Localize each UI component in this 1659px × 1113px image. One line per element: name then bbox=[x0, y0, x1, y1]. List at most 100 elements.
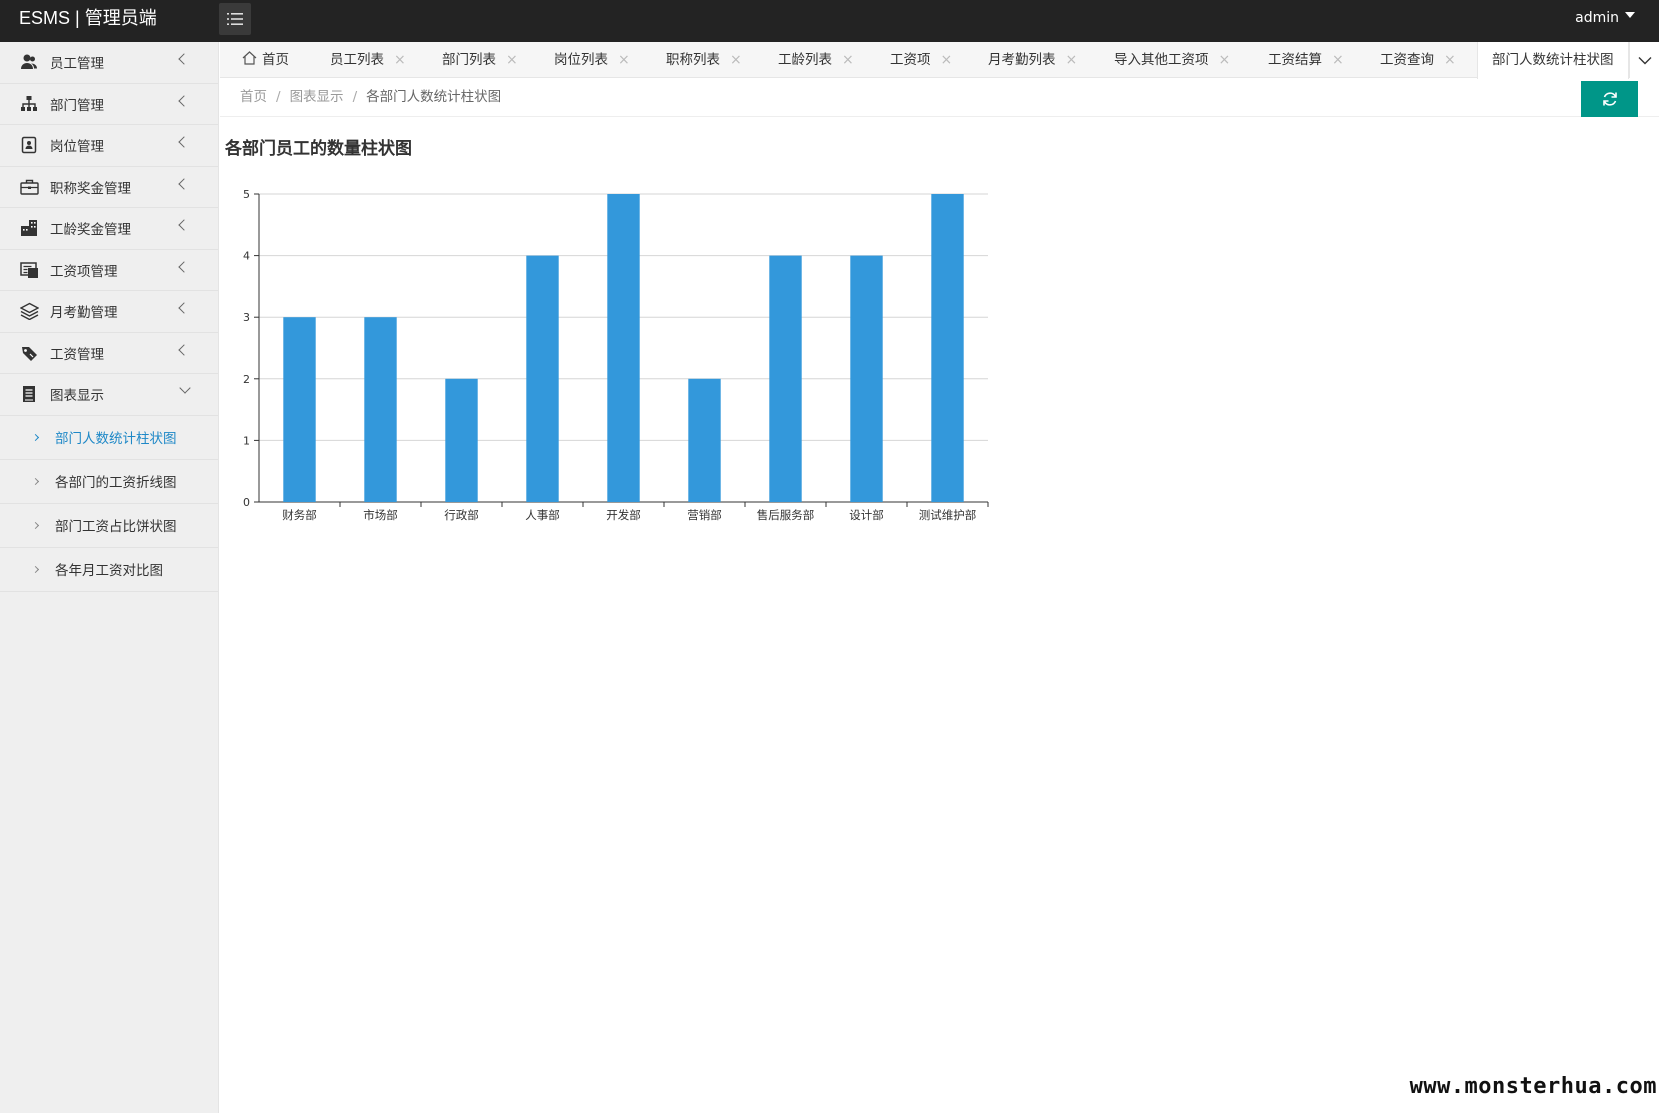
user-menu[interactable]: admin bbox=[1575, 0, 1635, 36]
close-icon[interactable]: × bbox=[506, 52, 518, 68]
tab-import-salary-items[interactable]: 导入其他工资项 × bbox=[1114, 42, 1230, 78]
chart-bar bbox=[526, 255, 559, 502]
chevron-left-icon bbox=[178, 53, 190, 65]
bar-chart: 0 1 2 3 4 5 财务部 市场部 行政部 人事部 开发部 营销部 售后服务部 设计部 测试维护部 bbox=[243, 188, 989, 522]
tab-label: 工资结算 bbox=[1268, 52, 1322, 68]
breadcrumb-home[interactable]: 首页 bbox=[240, 89, 267, 105]
chevron-right-icon bbox=[31, 521, 40, 529]
tab-label: 员工列表 bbox=[330, 52, 384, 68]
tab-label: 工资项 bbox=[890, 52, 931, 68]
sidebar: 员工管理 部门管理 岗位管理 职称奖金管理 工龄奖金管理 工资项管理 月考勤管理… bbox=[0, 42, 219, 1113]
sidebar-item-label: 部门管理 bbox=[50, 97, 104, 114]
close-icon[interactable]: × bbox=[941, 52, 953, 68]
sidebar-item-department[interactable]: 部门管理 bbox=[0, 84, 218, 125]
sidebar-item-label: 月考勤管理 bbox=[50, 305, 118, 322]
chevron-left-icon bbox=[178, 177, 190, 190]
tab-label: 导入其他工资项 bbox=[1114, 52, 1209, 68]
chevron-left-icon bbox=[178, 260, 190, 273]
tab-label: 岗位列表 bbox=[554, 52, 608, 68]
y-tick-label: 1 bbox=[243, 434, 250, 447]
close-icon[interactable]: × bbox=[1066, 52, 1078, 68]
tab-dept-headcount-chart[interactable]: 部门人数统计柱状图 bbox=[1477, 42, 1629, 79]
tab-department-list[interactable]: 部门列表 × bbox=[442, 42, 518, 78]
tab-employee-list[interactable]: 员工列表 × bbox=[330, 42, 406, 78]
tab-attendance-list[interactable]: 月考勤列表 × bbox=[988, 42, 1077, 78]
chart-bar bbox=[364, 317, 397, 502]
close-icon[interactable]: × bbox=[1444, 52, 1456, 68]
chevron-down-icon bbox=[179, 382, 191, 394]
tab-salary-query[interactable]: 工资查询 × bbox=[1380, 42, 1456, 78]
close-icon[interactable]: × bbox=[730, 52, 742, 68]
home-icon bbox=[242, 51, 257, 65]
chevron-right-icon bbox=[31, 565, 40, 573]
sidebar-item-attendance[interactable]: 月考勤管理 bbox=[0, 291, 218, 333]
tab-label: 工资查询 bbox=[1380, 52, 1434, 68]
chart-bar bbox=[688, 378, 721, 502]
tab-label: 月考勤列表 bbox=[988, 52, 1056, 68]
tab-salary-settlement[interactable]: 工资结算 × bbox=[1268, 42, 1344, 78]
sidebar-subitem-label: 各部门的工资折线图 bbox=[55, 475, 177, 491]
chevron-left-icon bbox=[178, 219, 190, 231]
tab-salary-items[interactable]: 工资项 × bbox=[890, 42, 952, 78]
chart-bar bbox=[769, 255, 802, 502]
sidebar-subitem-monthly-salary-compare[interactable]: 各年月工资对比图 bbox=[0, 548, 218, 592]
sidebar-subitem-label: 部门工资占比饼状图 bbox=[55, 519, 177, 535]
sidebar-item-charts[interactable]: 图表显示 bbox=[0, 374, 218, 416]
close-icon[interactable]: × bbox=[1219, 52, 1231, 68]
watermark: www.monsterhua.com bbox=[1409, 1074, 1657, 1099]
x-tick-label: 财务部 bbox=[282, 508, 317, 522]
sidebar-subitem-dept-salary-pie[interactable]: 部门工资占比饼状图 bbox=[0, 504, 218, 548]
tab-title-list[interactable]: 职称列表 × bbox=[666, 42, 742, 78]
sidebar-subitem-dept-headcount-bar[interactable]: 部门人数统计柱状图 bbox=[0, 416, 218, 460]
tab-seniority-list[interactable]: 工龄列表 × bbox=[778, 42, 854, 78]
sidebar-item-employee[interactable]: 员工管理 bbox=[0, 42, 218, 84]
sidebar-item-salary-items[interactable]: 工资项管理 bbox=[0, 250, 218, 291]
chevron-left-icon bbox=[178, 94, 190, 107]
refresh-button[interactable] bbox=[1581, 81, 1638, 117]
x-tick-label: 行政部 bbox=[444, 508, 479, 522]
close-icon[interactable]: × bbox=[1332, 52, 1344, 68]
breadcrumb-current: 各部门人数统计柱状图 bbox=[366, 89, 502, 105]
tab-home[interactable]: 首页 bbox=[242, 42, 289, 78]
app-logo: ESMS | 管理员端 bbox=[19, 8, 157, 28]
sidebar-item-salary[interactable]: 工资管理 bbox=[0, 333, 218, 374]
user-name: admin bbox=[1575, 10, 1619, 26]
sidebar-subitem-dept-salary-line[interactable]: 各部门的工资折线图 bbox=[0, 460, 218, 504]
chart-bar bbox=[850, 255, 883, 502]
sidebar-item-label: 员工管理 bbox=[50, 56, 104, 73]
breadcrumb-bar: 首页 / 图表显示 / 各部门人数统计柱状图 bbox=[220, 79, 1659, 117]
sitemap-icon bbox=[19, 94, 39, 114]
tab-label: 职称列表 bbox=[666, 52, 720, 68]
close-icon[interactable]: × bbox=[618, 52, 630, 68]
close-icon[interactable]: × bbox=[842, 52, 854, 68]
breadcrumb-section[interactable]: 图表显示 bbox=[290, 89, 344, 105]
x-tick-label: 营销部 bbox=[687, 508, 722, 522]
sidebar-subitem-label: 各年月工资对比图 bbox=[55, 563, 163, 579]
sidebar-item-seniority-bonus[interactable]: 工龄奖金管理 bbox=[0, 208, 218, 250]
chart-doc-icon bbox=[19, 384, 39, 404]
x-tick-label: 市场部 bbox=[363, 508, 398, 522]
tab-label: 部门人数统计柱状图 bbox=[1492, 52, 1614, 68]
breadcrumb: 首页 / 图表显示 / 各部门人数统计柱状图 bbox=[240, 79, 501, 115]
y-tick-label: 2 bbox=[243, 373, 250, 386]
sidebar-item-position[interactable]: 岗位管理 bbox=[0, 125, 218, 167]
tab-position-list[interactable]: 岗位列表 × bbox=[554, 42, 630, 78]
close-icon[interactable]: × bbox=[394, 52, 406, 68]
id-badge-icon bbox=[19, 135, 39, 155]
breadcrumb-separator: / bbox=[276, 89, 281, 105]
sidebar-item-label: 工龄奖金管理 bbox=[50, 222, 131, 239]
chart-bar bbox=[607, 194, 640, 502]
y-tick-label: 3 bbox=[243, 311, 250, 324]
tab-more-button[interactable] bbox=[1629, 42, 1659, 78]
chevron-left-icon bbox=[178, 136, 190, 148]
sidebar-item-label: 工资项管理 bbox=[50, 263, 118, 280]
sidebar-item-label: 岗位管理 bbox=[50, 139, 104, 156]
chart-bar bbox=[283, 317, 316, 502]
menu-icon bbox=[227, 13, 243, 25]
money-list-icon bbox=[19, 260, 39, 280]
x-tick-label: 测试维护部 bbox=[919, 508, 977, 522]
sidebar-item-title-bonus[interactable]: 职称奖金管理 bbox=[0, 167, 218, 208]
y-tick-label: 5 bbox=[243, 188, 250, 201]
sidebar-toggle-button[interactable] bbox=[219, 3, 251, 35]
caret-down-icon bbox=[1625, 12, 1635, 18]
